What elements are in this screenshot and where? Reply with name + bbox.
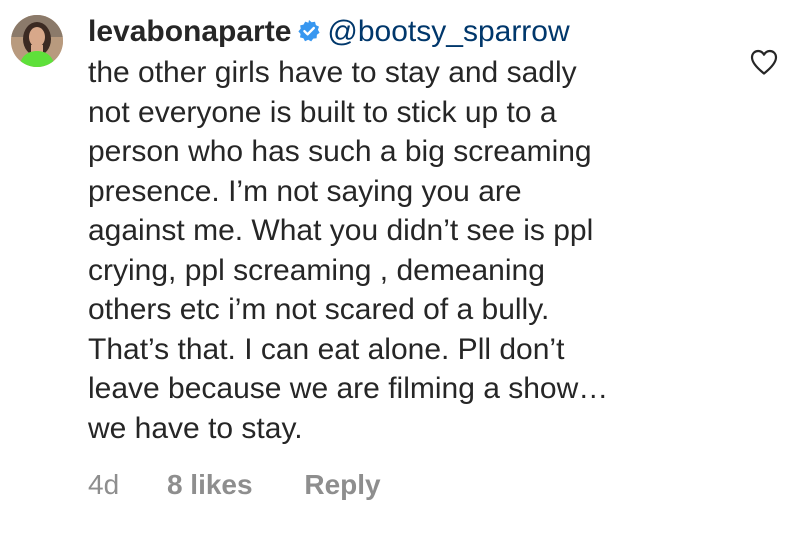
comment-text-line: person who has such a big screaming xyxy=(88,135,592,168)
username-link[interactable]: levabonaparte xyxy=(88,15,291,48)
comment-text-line: others etc i’m not scared of a bully. xyxy=(88,293,550,326)
comment-text-line: we have to stay. xyxy=(88,411,303,445)
likes-count-button[interactable]: 8 likes xyxy=(167,466,253,504)
comment-text-line: crying, ppl screaming , demeaning xyxy=(88,253,545,287)
reply-button[interactable]: Reply xyxy=(304,466,380,504)
verified-badge-icon xyxy=(298,20,321,42)
comment-text-line: presence. I’m not saying you are xyxy=(88,174,522,208)
comment-timestamp: 4d xyxy=(88,469,120,500)
comment-content: levabonaparte @bootsy_sparrow the other … xyxy=(88,10,728,448)
heart-outline-icon[interactable] xyxy=(749,48,779,76)
comment-text-line: leave because we are filming a show… xyxy=(88,372,609,405)
comment-text-line: the other girls have to stay and sadly xyxy=(88,56,577,89)
mention-link[interactable]: @bootsy_sparrow xyxy=(327,15,569,48)
comment-text-line: That’s that. I can eat alone. Pll don’t xyxy=(88,332,565,366)
avatar[interactable] xyxy=(11,15,63,67)
comment-header: levabonaparte @bootsy_sparrow xyxy=(88,10,728,53)
profile-photo xyxy=(11,15,63,67)
comment-text-line: not everyone is built to stick up to a xyxy=(88,95,557,129)
comment-item: levabonaparte @bootsy_sparrow the other … xyxy=(0,0,800,533)
comment-meta: 4d 8 likes Reply xyxy=(88,466,381,504)
comment-text-line: against me. What you didn’t see is ppl xyxy=(88,214,594,247)
